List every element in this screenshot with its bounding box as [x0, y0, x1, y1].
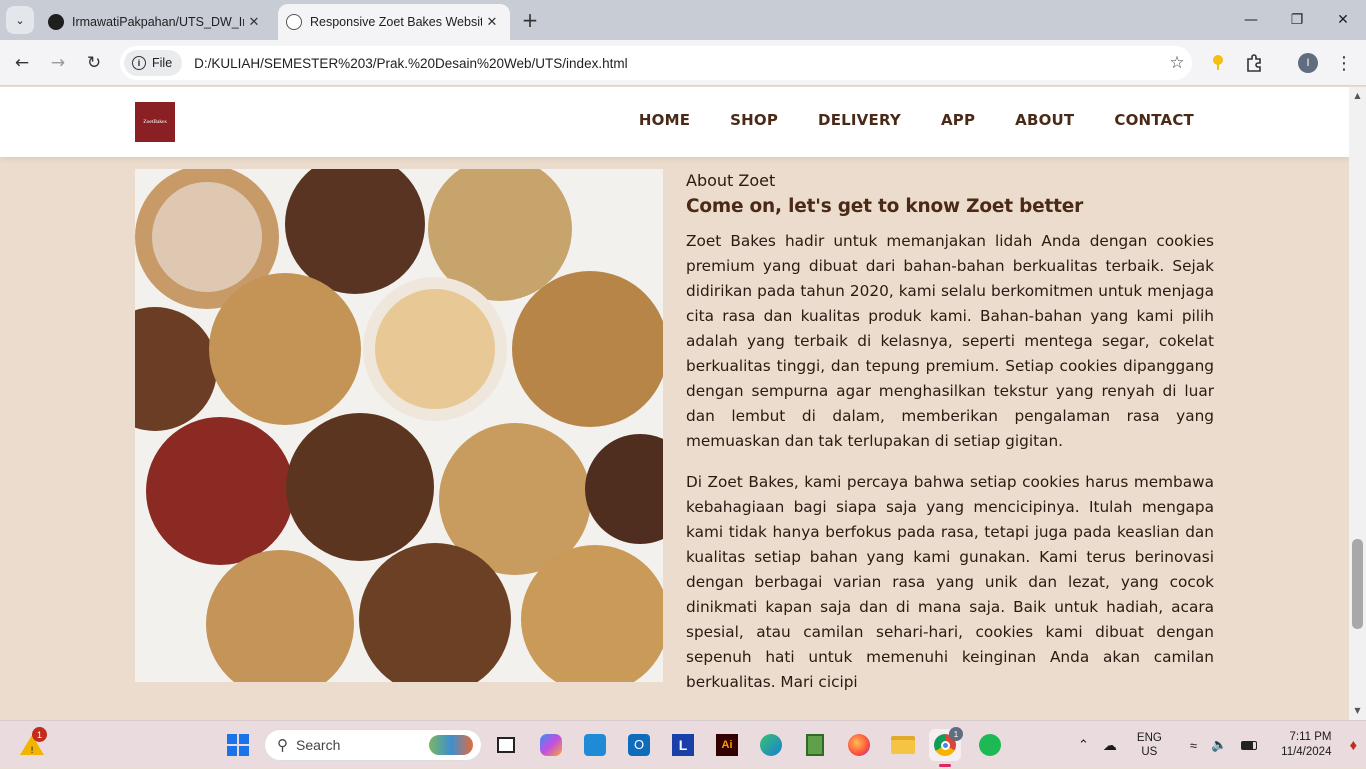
- battery-icon[interactable]: [1241, 740, 1258, 750]
- logo-text: ZoetBakes: [143, 119, 167, 125]
- about-heading: Come on, let's get to know Zoet better: [686, 196, 1084, 217]
- site-menu: HOME SHOP DELIVERY APP ABOUT CONTACT: [639, 111, 1194, 129]
- browser-tab-bar: ⌄ IrmawatiPakpahan/UTS_DW_Irm ✕ Responsi…: [0, 0, 1366, 40]
- spotify-icon[interactable]: [974, 729, 1006, 761]
- info-icon: i: [132, 56, 146, 70]
- clock-time: 7:11 PM: [1289, 731, 1332, 743]
- about-section: About Zoet Come on, let's get to know Zo…: [686, 171, 1214, 711]
- start-button[interactable]: [222, 729, 254, 761]
- tab-zoet-bakes[interactable]: Responsive Zoet Bakes Website ✕: [278, 4, 510, 40]
- forward-button[interactable]: →: [44, 49, 72, 77]
- windows-taskbar: ! 1 ⚲ Search O L Ai 1 ⌃ ☁ ENG US ≈ 🔈 7:1…: [0, 720, 1366, 768]
- site-info-label: File: [152, 56, 173, 70]
- new-tab-button[interactable]: +: [518, 9, 542, 33]
- site-logo[interactable]: ZoetBakes: [135, 102, 175, 142]
- scrollbar-thumb[interactable]: [1352, 539, 1363, 629]
- chrome-taskbar-icon[interactable]: 1: [929, 727, 963, 767]
- weather-widget[interactable]: ! 1: [16, 727, 48, 761]
- notepad-icon[interactable]: [799, 729, 831, 761]
- firefox-icon[interactable]: [843, 729, 875, 761]
- notification-bell-icon[interactable]: ♦: [1349, 737, 1357, 754]
- wifi-icon[interactable]: ≈: [1190, 738, 1197, 753]
- file-explorer-icon[interactable]: [887, 729, 919, 761]
- close-icon[interactable]: ✕: [244, 12, 264, 32]
- region-label: US: [1141, 746, 1158, 758]
- site-info-chip[interactable]: i File: [124, 50, 183, 76]
- outlook-icon[interactable]: O: [623, 729, 655, 761]
- illustrator-icon[interactable]: Ai: [711, 729, 743, 761]
- reload-button[interactable]: ↻: [80, 49, 108, 77]
- onedrive-cloud-icon[interactable]: ☁: [1103, 737, 1117, 754]
- chevron-up-icon[interactable]: ⌃: [1078, 737, 1089, 753]
- vscode-icon[interactable]: [579, 729, 611, 761]
- page-scrollbar[interactable]: ▲ ▼: [1349, 87, 1366, 720]
- profile-initial: I: [1298, 53, 1318, 73]
- cookies-photo: [135, 169, 663, 682]
- taskbar-search[interactable]: ⚲ Search: [264, 729, 482, 761]
- url-text[interactable]: D:/KULIAH/SEMESTER%203/Prak.%20Desain%20…: [194, 56, 1162, 71]
- tab-github[interactable]: IrmawatiPakpahan/UTS_DW_Irm ✕: [40, 4, 272, 40]
- reload-icon: ↻: [86, 53, 102, 73]
- edge-icon[interactable]: [755, 729, 787, 761]
- windows-logo-icon: [227, 734, 249, 756]
- profile-avatar[interactable]: I: [1296, 51, 1320, 75]
- tab-search-button[interactable]: ⌄: [6, 6, 34, 34]
- site-navbar: ZoetBakes HOME SHOP DELIVERY APP ABOUT C…: [0, 87, 1349, 157]
- volume-icon[interactable]: 🔈: [1211, 737, 1227, 753]
- system-tray: ⌃ ☁ ENG US ≈ 🔈 7:11 PM 11/4/2024 ♦: [1078, 721, 1357, 769]
- chrome-badge: 1: [949, 727, 963, 741]
- nav-shop[interactable]: SHOP: [730, 111, 778, 129]
- close-window-button[interactable]: ✕: [1320, 0, 1366, 40]
- globe-icon: [286, 14, 302, 30]
- address-bar[interactable]: i File D:/KULIAH/SEMESTER%203/Prak.%20De…: [120, 46, 1192, 80]
- github-icon: [48, 14, 64, 30]
- back-button[interactable]: ←: [8, 49, 36, 77]
- minimize-button[interactable]: —: [1228, 0, 1274, 40]
- restore-button[interactable]: ❐: [1274, 0, 1320, 40]
- active-indicator: [939, 764, 951, 767]
- tab-title: IrmawatiPakpahan/UTS_DW_Irm: [72, 15, 244, 29]
- close-icon[interactable]: ✕: [482, 12, 502, 32]
- chevron-down-icon: ⌄: [15, 13, 25, 27]
- scroll-up-arrow-icon[interactable]: ▲: [1349, 89, 1366, 103]
- nav-app[interactable]: APP: [941, 111, 975, 129]
- about-paragraph-2: Di Zoet Bakes, kami percaya bahwa setiap…: [686, 473, 1214, 691]
- about-paragraph-1: Zoet Bakes hadir untuk memanjakan lidah …: [686, 232, 1214, 450]
- search-icon: ⚲: [277, 737, 288, 754]
- arrow-right-icon: →: [50, 53, 66, 73]
- nav-delivery[interactable]: DELIVERY: [818, 111, 901, 129]
- bookmark-star-icon[interactable]: ☆: [1162, 53, 1192, 73]
- arrow-left-icon: ←: [14, 53, 30, 73]
- page-viewport: ZoetBakes HOME SHOP DELIVERY APP ABOUT C…: [0, 87, 1349, 720]
- notification-badge: 1: [32, 727, 47, 742]
- clock[interactable]: 7:11 PM 11/4/2024: [1281, 730, 1331, 760]
- extensions-puzzle-icon[interactable]: [1242, 51, 1266, 75]
- language-indicator[interactable]: ENG US: [1137, 731, 1162, 759]
- scroll-down-arrow-icon[interactable]: ▼: [1349, 704, 1366, 718]
- clock-date: 11/4/2024: [1281, 746, 1332, 758]
- tab-title: Responsive Zoet Bakes Website: [310, 15, 482, 29]
- nav-contact[interactable]: CONTACT: [1114, 111, 1194, 129]
- language-label: ENG: [1136, 732, 1162, 744]
- extension-pin-icon[interactable]: [1206, 51, 1230, 75]
- browser-toolbar: ← → ↻ i File D:/KULIAH/SEMESTER%203/Prak…: [0, 40, 1366, 86]
- task-view-icon[interactable]: [490, 729, 522, 761]
- cookies-image: [135, 169, 663, 682]
- copilot-icon[interactable]: [535, 729, 567, 761]
- nav-about[interactable]: ABOUT: [1015, 111, 1074, 129]
- app-l-icon[interactable]: L: [667, 729, 699, 761]
- menu-kebab-icon[interactable]: ⋮: [1332, 51, 1356, 75]
- nav-home[interactable]: HOME: [639, 111, 690, 129]
- search-highlight-image: [429, 735, 473, 755]
- svg-text:!: !: [30, 746, 34, 756]
- about-eyebrow: About Zoet: [686, 171, 776, 190]
- search-placeholder: Search: [296, 737, 341, 753]
